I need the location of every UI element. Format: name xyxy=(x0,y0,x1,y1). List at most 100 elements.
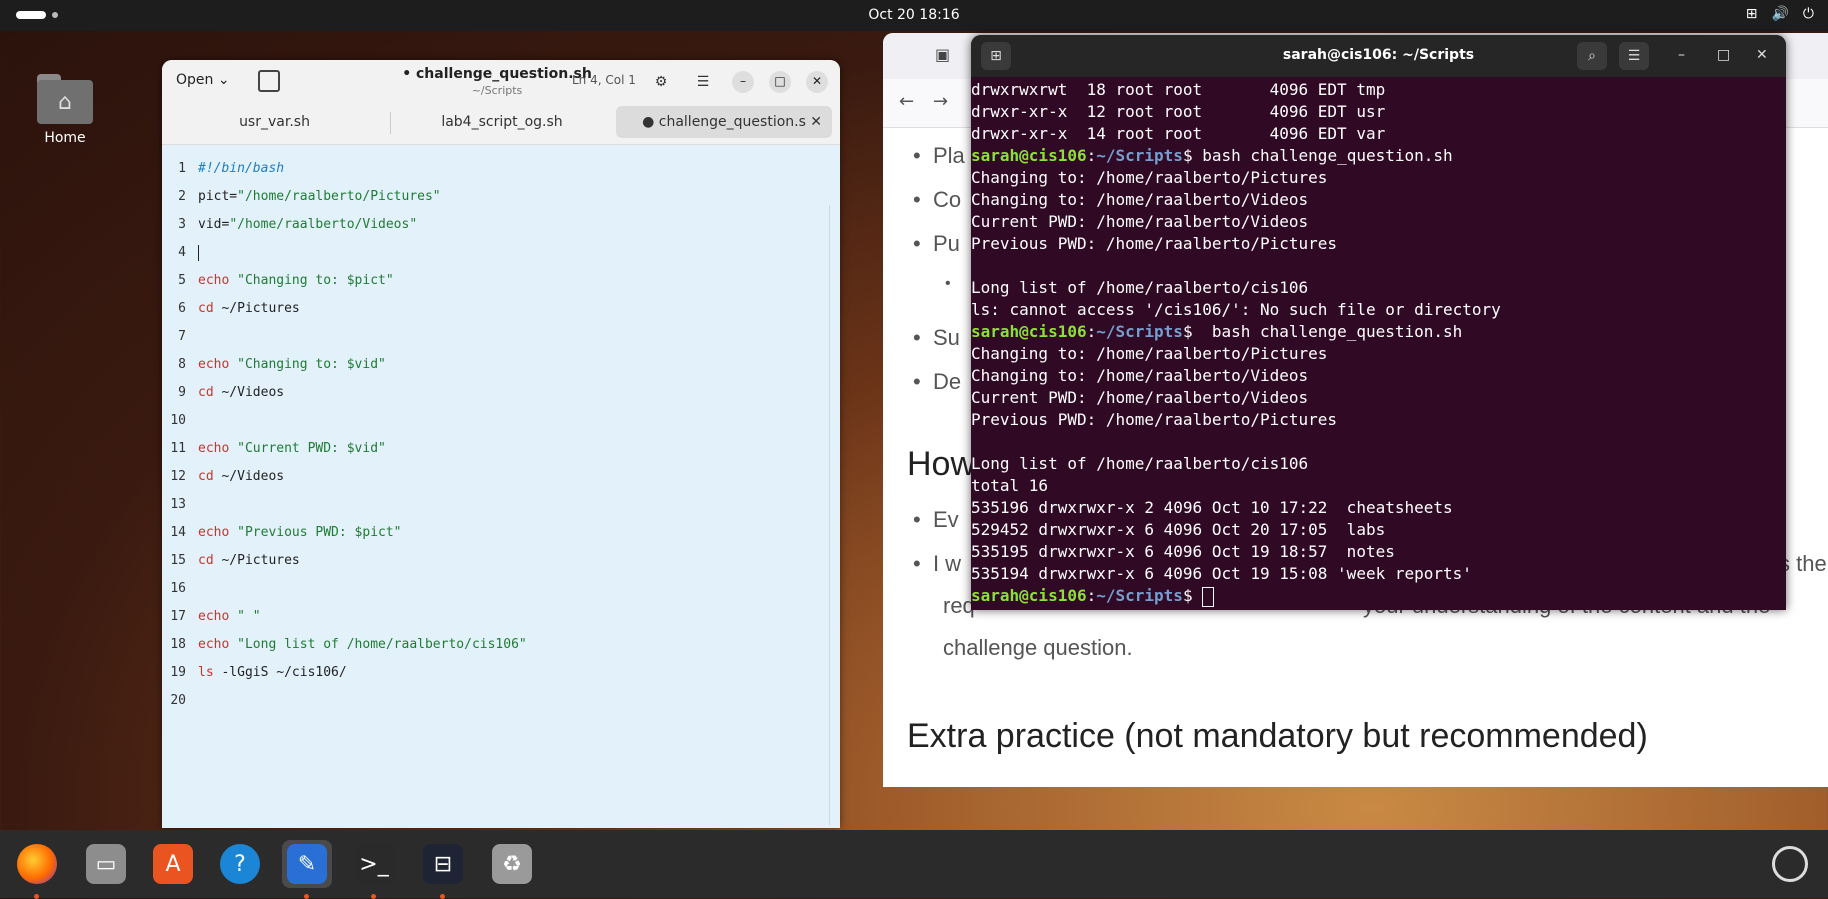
dock-item[interactable]: >_ xyxy=(349,840,399,899)
dock-item[interactable]: ? xyxy=(215,840,265,888)
code-line[interactable]: 18 echo "Long list of /home/raalberto/cis… xyxy=(162,631,840,659)
open-button[interactable]: Open ⌄ xyxy=(176,72,230,88)
code-line[interactable]: 15 cd ~/Pictures xyxy=(162,547,840,575)
dock-item[interactable]: ▭ xyxy=(81,840,131,888)
menu-icon[interactable]: ☰ xyxy=(694,73,712,91)
desktop-home-icon[interactable]: ⌂ Home xyxy=(30,70,100,146)
system-tray[interactable]: ⊞ 🔊 ⏻ xyxy=(1746,6,1814,22)
code-line[interactable]: 11 echo "Current PWD: $vid" xyxy=(162,435,840,463)
code-line[interactable]: 12 cd ~/Videos xyxy=(162,463,840,491)
code-line[interactable]: 20 xyxy=(162,687,840,715)
code-token: echo xyxy=(198,357,238,372)
maximize-button[interactable]: □ xyxy=(769,71,791,93)
dock-item[interactable]: ♻ xyxy=(487,840,537,888)
code-text: echo "Changing to: $pict" xyxy=(198,273,394,288)
code-line[interactable]: 2 pict="/home/raalberto/Pictures" xyxy=(162,183,840,211)
power-icon: ⏻ xyxy=(1802,6,1814,22)
bullet-item: • I w xyxy=(913,551,962,576)
terminal-window[interactable]: ⊞ sarah@cis106: ~/Scripts ⌕ ☰ – □ ✕ drwx… xyxy=(971,35,1786,610)
prompt-user: sarah@cis106 xyxy=(971,146,1087,165)
code-text: pict="/home/raalberto/Pictures" xyxy=(198,189,441,204)
section-heading: How xyxy=(907,445,976,483)
tab-challenge-question[interactable]: ● challenge_question.s ✕ xyxy=(616,106,832,138)
code-token: "/home/raalberto/Videos" xyxy=(229,217,418,232)
terminal-headerbar: ⊞ sarah@cis106: ~/Scripts ⌕ ☰ – □ ✕ xyxy=(971,35,1786,77)
code-line[interactable]: 10 xyxy=(162,407,840,435)
line-number: 3 xyxy=(178,217,186,232)
minimize-button[interactable]: – xyxy=(1678,47,1685,63)
line-number: 17 xyxy=(170,609,186,624)
terminal-cursor xyxy=(1202,586,1215,607)
terminal-output-line: drwxr-xr-x 14 root root 4096 EDT var xyxy=(971,124,1386,143)
show-apps-icon[interactable] xyxy=(1772,846,1808,882)
line-number: 16 xyxy=(170,581,186,596)
menu-icon[interactable]: ☰ xyxy=(1619,42,1649,70)
close-button[interactable]: ✕ xyxy=(806,71,828,93)
forward-icon[interactable]: → xyxy=(933,91,948,112)
tab-label: ● challenge_question.s xyxy=(642,114,806,130)
terminal-output-line: Previous PWD: /home/raalberto/Pictures xyxy=(971,234,1338,253)
command-text xyxy=(1193,586,1203,605)
terminal-output-line: 529452 drwxrwxr-x 6 4096 Oct 20 17:05 la… xyxy=(971,520,1386,539)
code-token: ~/Pictures xyxy=(221,301,300,316)
code-view[interactable]: 1 #!/bin/bash 2 pict="/home/raalberto/Pictu… xyxy=(162,155,840,715)
code-line[interactable]: 13 xyxy=(162,491,840,519)
code-line[interactable]: 3 vid="/home/raalberto/Videos" xyxy=(162,211,840,239)
code-token: echo xyxy=(198,609,238,624)
line-number: 20 xyxy=(170,693,186,708)
dock-item[interactable]: ✎ xyxy=(282,840,332,899)
dock-item[interactable]: A xyxy=(148,840,198,888)
code-line[interactable]: 17 echo " " xyxy=(162,603,840,631)
tab-usr-var[interactable]: usr_var.sh xyxy=(172,106,377,138)
terminal-output-line: total 16 xyxy=(971,476,1049,495)
clock[interactable]: Oct 20 18:16 xyxy=(0,7,1828,23)
line-number: 19 xyxy=(170,665,186,680)
settings-icon[interactable]: ⚙ xyxy=(652,73,670,91)
text-editor-window[interactable]: Open ⌄ • challenge_question.sh ~/Scripts… xyxy=(162,60,840,828)
code-line[interactable]: 9 cd ~/Videos xyxy=(162,379,840,407)
close-button[interactable]: ✕ xyxy=(1756,47,1768,63)
maximize-button[interactable]: □ xyxy=(1717,47,1730,63)
text-cursor xyxy=(198,245,199,261)
tab-close-icon[interactable]: ✕ xyxy=(810,106,822,138)
dock-item[interactable] xyxy=(12,840,62,899)
code-text: vid="/home/raalberto/Videos" xyxy=(198,217,417,232)
code-line[interactable]: 19 ls -lGgiS ~/cis106/ xyxy=(162,659,840,687)
section-heading: Extra practice (not mandatory but recomm… xyxy=(907,717,1648,755)
code-line[interactable]: 4 xyxy=(162,239,840,267)
dock-item[interactable]: ⊟ xyxy=(418,840,468,899)
terminal-output[interactable]: drwxrwxrwt 18 root root 4096 EDT tmp drwx… xyxy=(971,79,1786,607)
code-text: echo " " xyxy=(198,609,261,624)
code-line[interactable]: 14 echo "Previous PWD: $pict" xyxy=(162,519,840,547)
terminal-output-line: Changing to: /home/raalberto/Pictures xyxy=(971,344,1328,363)
code-line[interactable]: 16 xyxy=(162,575,840,603)
line-number: 7 xyxy=(178,329,186,344)
minimize-button[interactable]: – xyxy=(732,71,754,93)
paragraph-fragment: s the xyxy=(1779,551,1827,576)
terminal-output-line: 535196 drwxrwxr-x 2 4096 Oct 10 17:22 ch… xyxy=(971,498,1453,517)
code-token: "Long list of /home/raalberto/cis106" xyxy=(237,637,527,652)
code-text: ls -lGgiS ~/cis106/ xyxy=(198,665,347,680)
terminal-icon: >_ xyxy=(354,844,394,884)
back-icon[interactable]: ← xyxy=(899,91,914,112)
terminal-output-line: Changing to: /home/raalberto/Videos xyxy=(971,190,1309,209)
code-text: #!/bin/bash xyxy=(198,161,284,176)
bullet-item: • Ev xyxy=(913,507,959,532)
new-tab-icon[interactable] xyxy=(258,70,280,92)
code-line[interactable]: 8 echo "Changing to: $vid" xyxy=(162,351,840,379)
terminal-prompt-line: sarah@cis106:~/Scripts$ xyxy=(971,585,1786,607)
tab-overview-icon[interactable]: ▣ xyxy=(935,45,950,64)
code-token: cd xyxy=(198,553,222,568)
code-line[interactable]: 6 cd ~/Pictures xyxy=(162,295,840,323)
code-token: echo xyxy=(198,525,238,540)
search-icon[interactable]: ⌕ xyxy=(1577,42,1607,70)
tab-lab4-script[interactable]: lab4_script_og.sh xyxy=(402,106,602,138)
running-indicator xyxy=(304,894,309,899)
code-line[interactable]: 1 #!/bin/bash xyxy=(162,155,840,183)
line-number: 8 xyxy=(178,357,186,372)
code-text: cd ~/Videos xyxy=(198,469,284,484)
cursor-position[interactable]: Ln 4, Col 1 xyxy=(572,73,636,87)
code-line[interactable]: 7 xyxy=(162,323,840,351)
trash-icon: ♻ xyxy=(492,844,532,884)
code-line[interactable]: 5 echo "Changing to: $pict" xyxy=(162,267,840,295)
